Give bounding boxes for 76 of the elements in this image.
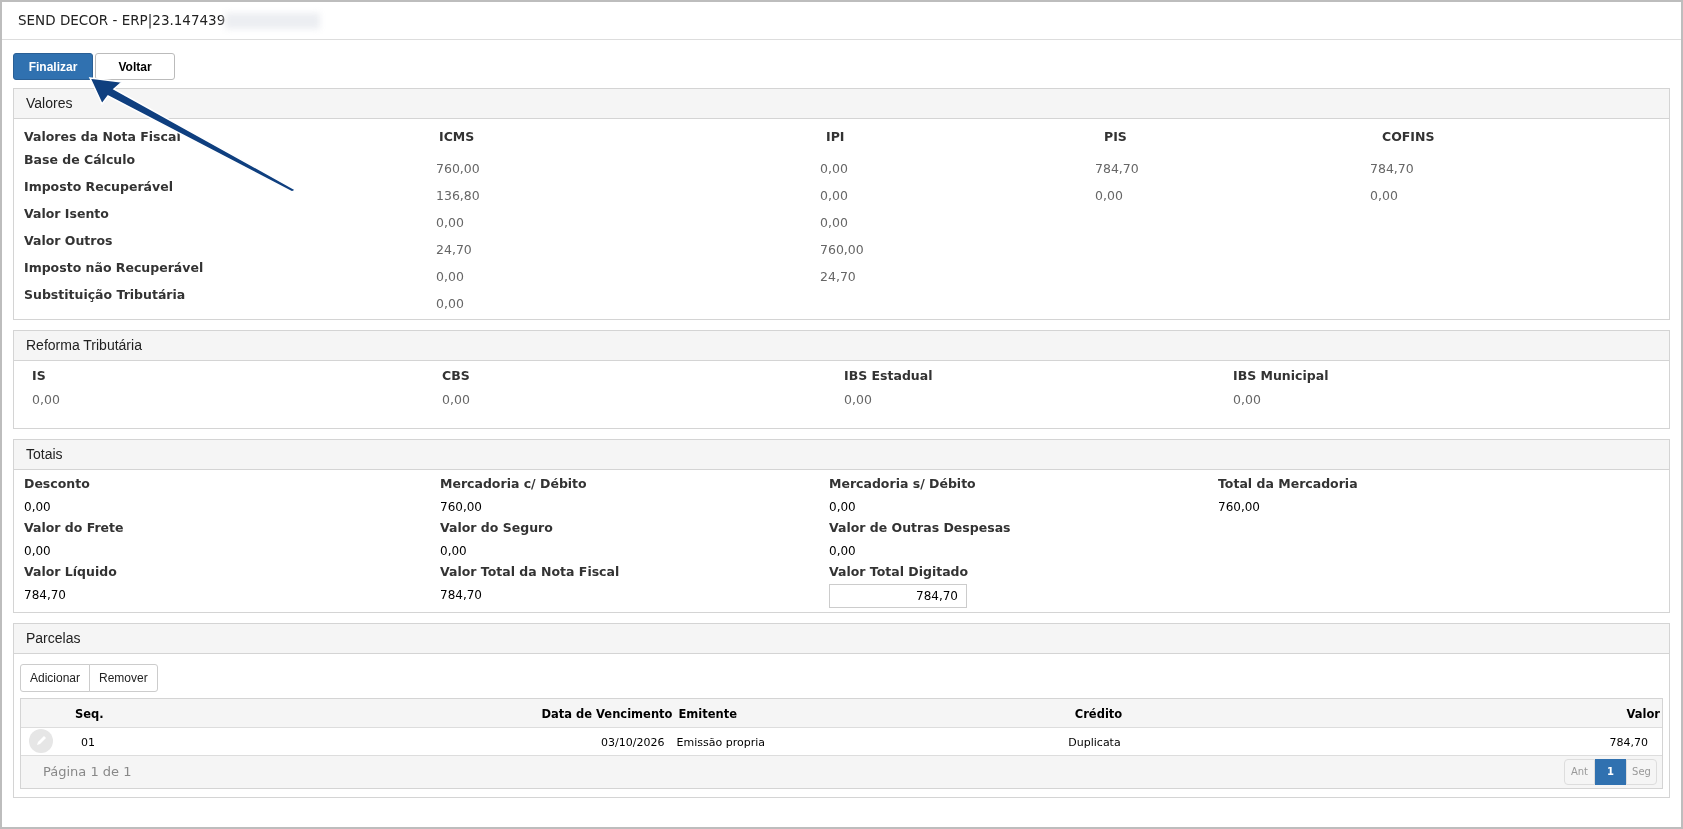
row-label: Valor Isento [24, 206, 109, 221]
total-label: Desconto [24, 474, 91, 493]
tax-value: 0,00 [820, 215, 848, 230]
column-label: Valores da Nota Fiscal [24, 129, 181, 144]
row-label: Imposto Recuperável [24, 179, 173, 194]
tax-value: 0,00 [820, 161, 848, 176]
parcel-button[interactable]: Adicionar [20, 663, 91, 692]
row-label: Valor Outros [24, 233, 113, 248]
total-value: 0,00 [24, 498, 52, 516]
page-button[interactable]: 1 [1595, 758, 1626, 785]
table-cell: Duplicata [1068, 736, 1121, 749]
tax-value: 760,00 [820, 242, 864, 257]
tax-value: 0,00 [436, 296, 464, 311]
total-label: Valor de Outras Despesas [829, 518, 1012, 537]
tax-label: IBS Municipal [1233, 367, 1330, 385]
total-value: 0,00 [829, 542, 857, 560]
row-label: Substituição Tributária [24, 287, 186, 302]
table-cell: 784,70 [1609, 736, 1648, 749]
column-header: Emitente [678, 706, 738, 721]
total-value: 760,00 [1218, 498, 1261, 516]
total-value: 760,00 [440, 498, 483, 516]
total-label: Valor Total Digitado [829, 562, 970, 581]
total-label: Mercadoria c/ Débito [440, 474, 588, 493]
tax-value: 0,00 [1095, 188, 1123, 203]
total-label: Valor Total da Nota Fiscal [440, 562, 621, 581]
column-header: Data de Vencimento [541, 706, 673, 721]
parcel-button[interactable]: Remover [89, 663, 158, 692]
panel-title: Totais [26, 444, 63, 464]
tax-value: 136,80 [436, 188, 480, 203]
column-header: Seq. [75, 706, 104, 721]
panel-title: Parcelas [26, 628, 81, 648]
total-label: Valor do Seguro [440, 518, 554, 537]
total-value: 784,70 [440, 586, 483, 604]
column-header: Crédito [1074, 706, 1123, 721]
column-label: IPI [826, 129, 845, 144]
tax-value: 0,00 [442, 390, 471, 409]
tax-value: 0,00 [844, 390, 873, 409]
window-title: SEND DECOR - ERP|23.147439 [18, 11, 226, 31]
column-label: COFINS [1382, 129, 1435, 144]
tax-value: 0,00 [436, 215, 464, 230]
table-cell: 01 [81, 736, 95, 749]
panel-title: Valores [26, 94, 73, 113]
tax-value: 0,00 [436, 269, 464, 284]
tax-value: 760,00 [436, 161, 480, 176]
total-value: 0,00 [829, 498, 857, 516]
column-label: PIS [1104, 129, 1127, 144]
tax-value: 784,70 [1095, 161, 1139, 176]
tax-value: 0,00 [32, 390, 61, 409]
tax-value: 0,00 [820, 188, 848, 203]
total-label: Valor do Frete [24, 518, 125, 537]
table-cell: 03/10/2026 [601, 736, 665, 749]
row-label: Imposto não Recuperável [24, 260, 204, 275]
toolbar-button[interactable]: Finalizar [13, 53, 93, 80]
total-label: Valor Líquido [24, 562, 118, 581]
total-label: Total da Mercadoria [1218, 474, 1359, 493]
table-cell: Emissão propria [676, 736, 765, 749]
total-value: 784,70 [24, 586, 67, 604]
tax-value: 0,00 [1370, 188, 1398, 203]
column-label: ICMS [439, 129, 475, 144]
tax-value: 24,70 [820, 269, 856, 284]
tax-label: CBS [442, 367, 471, 385]
tax-label: IBS Estadual [844, 367, 934, 385]
page-info: Página 1 de 1 [43, 762, 132, 781]
tax-value: 24,70 [436, 242, 472, 257]
column-header: Valor [1626, 706, 1660, 721]
tax-label: IS [32, 367, 47, 385]
pencil-icon[interactable] [29, 729, 53, 753]
row-label: Base de Cálculo [24, 152, 136, 167]
tax-value: 0,00 [1233, 390, 1262, 409]
total-value: 0,00 [24, 542, 52, 560]
tax-value: 784,70 [1370, 161, 1414, 176]
total-input[interactable]: 784,70 [829, 583, 967, 608]
total-label: Mercadoria s/ Débito [829, 474, 977, 493]
toolbar-button[interactable]: Voltar [95, 53, 175, 80]
total-value: 0,00 [440, 542, 468, 560]
panel-title: Reforma Tributária [26, 336, 142, 355]
